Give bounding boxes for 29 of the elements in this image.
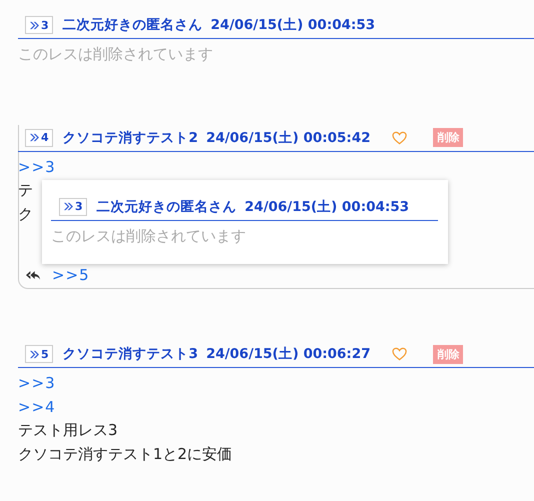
- post-date: 24/06/15(土) 00:06:27: [206, 345, 370, 363]
- reply-link[interactable]: >>5: [52, 266, 90, 284]
- double-chevron-icon: [29, 20, 40, 30]
- post-number-link[interactable]: 3: [25, 16, 53, 34]
- post-number-link[interactable]: 5: [25, 345, 53, 363]
- anchor-link[interactable]: >>3: [18, 156, 56, 179]
- poster-name: クソコテ消すテスト3: [62, 345, 198, 363]
- post-text: テ: [18, 180, 33, 201]
- post-number-link[interactable]: 4: [25, 128, 53, 146]
- heart-icon[interactable]: [392, 347, 408, 361]
- post-number-link[interactable]: 3: [59, 198, 87, 216]
- deleted-notice: このレスは削除されています: [51, 226, 246, 246]
- post-text: ク: [18, 204, 33, 224]
- double-chevron-icon: [29, 350, 40, 358]
- double-chevron-icon: [29, 133, 40, 142]
- double-chevron-icon: [63, 202, 74, 211]
- reply-all-icon: [26, 270, 40, 280]
- anchor-link[interactable]: >>3: [18, 372, 56, 396]
- poster-name: クソコテ消すテスト2: [62, 128, 198, 146]
- poster-name: 二次元好きの匿名さん: [62, 16, 203, 34]
- post-text: クソコテ消すテスト1と2に安価: [18, 444, 232, 464]
- post-date: 24/06/15(土) 00:04:53: [244, 198, 410, 216]
- anchor-link[interactable]: >>4: [18, 396, 56, 419]
- post-date: 24/06/15(土) 00:05:42: [206, 128, 370, 146]
- post-text: テスト用レス3: [18, 420, 118, 441]
- poster-name: 二次元好きの匿名さん: [96, 198, 237, 216]
- deleted-notice: このレスは削除されています: [18, 44, 213, 65]
- heart-icon[interactable]: [392, 130, 408, 144]
- post-date: 24/06/15(土) 00:04:53: [210, 16, 376, 34]
